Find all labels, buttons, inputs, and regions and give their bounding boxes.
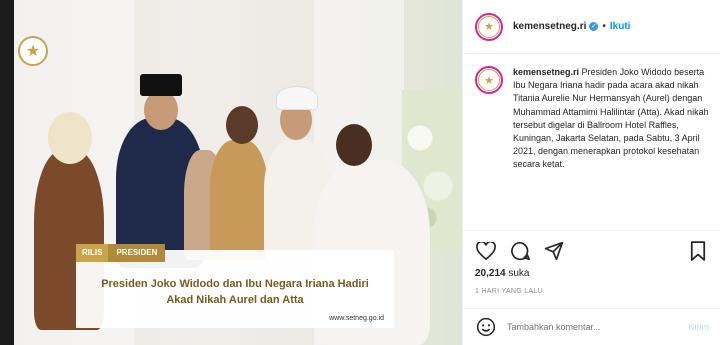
post-timestamp[interactable]: 1 HARI YANG LALU	[475, 288, 543, 295]
caption-tags: RILIS PRESIDEN	[76, 244, 166, 262]
post-comment-button[interactable]: Kirim	[689, 322, 710, 332]
heart-icon[interactable]	[475, 240, 497, 262]
post-header: ★ kemensetneg.ri ✓ • Ikuti	[463, 0, 720, 54]
bride-head	[336, 124, 372, 166]
bookmark-icon[interactable]	[687, 240, 709, 262]
tag-rilis: RILIS	[76, 244, 109, 262]
like-count[interactable]: 20,214 suka	[475, 268, 530, 279]
woman-gold-head	[226, 106, 258, 144]
action-bar	[463, 230, 720, 270]
hijab-head	[48, 112, 92, 164]
share-icon[interactable]	[543, 240, 565, 262]
like-count-value: 20,214	[475, 268, 506, 279]
left-background	[0, 0, 14, 345]
star-emblem-icon: ★	[478, 15, 500, 38]
like-count-label: suka	[508, 268, 530, 279]
tag-presiden: PRESIDEN	[108, 244, 166, 262]
separator-dot: •	[602, 21, 606, 32]
caption-body: Presiden Joko Widodo beserta Ibu Negara …	[513, 67, 709, 170]
comment-icon[interactable]	[509, 240, 531, 262]
verified-badge-icon: ✓	[589, 22, 599, 31]
caption-avatar[interactable]: ★	[475, 66, 503, 94]
setneg-logo-icon: ★	[18, 36, 48, 66]
comment-bar: Kirim	[463, 308, 720, 345]
follow-button[interactable]: Ikuti	[610, 21, 631, 32]
press-caption-card: RILIS PRESIDEN Presiden Joko Widodo dan …	[76, 244, 394, 328]
groom-hat	[276, 86, 318, 110]
avatar[interactable]: ★	[475, 12, 503, 41]
caption-username[interactable]: kemensetneg.ri	[513, 67, 579, 77]
post-photo[interactable]: ★ RILIS PRESIDEN Presiden Joko Widodo da…	[14, 0, 462, 345]
president-head	[144, 90, 178, 130]
post-side-panel: ★ kemensetneg.ri ✓ • Ikuti ★ kemensetneg…	[462, 0, 720, 345]
caption-text-block: kemensetneg.ri Presiden Joko Widodo bese…	[513, 66, 709, 172]
woman-gold-figure	[210, 140, 268, 260]
username-link[interactable]: kemensetneg.ri	[513, 21, 586, 32]
caption-url: www.setneg.go.id	[329, 315, 384, 322]
emoji-icon[interactable]	[475, 316, 497, 338]
caption-title: Presiden Joko Widodo dan Ibu Negara Iria…	[101, 278, 369, 306]
caption-area: ★ kemensetneg.ri Presiden Joko Widodo be…	[475, 66, 711, 172]
comment-input[interactable]	[507, 322, 689, 332]
peci-hat	[140, 74, 182, 96]
star-emblem-icon: ★	[478, 69, 500, 91]
